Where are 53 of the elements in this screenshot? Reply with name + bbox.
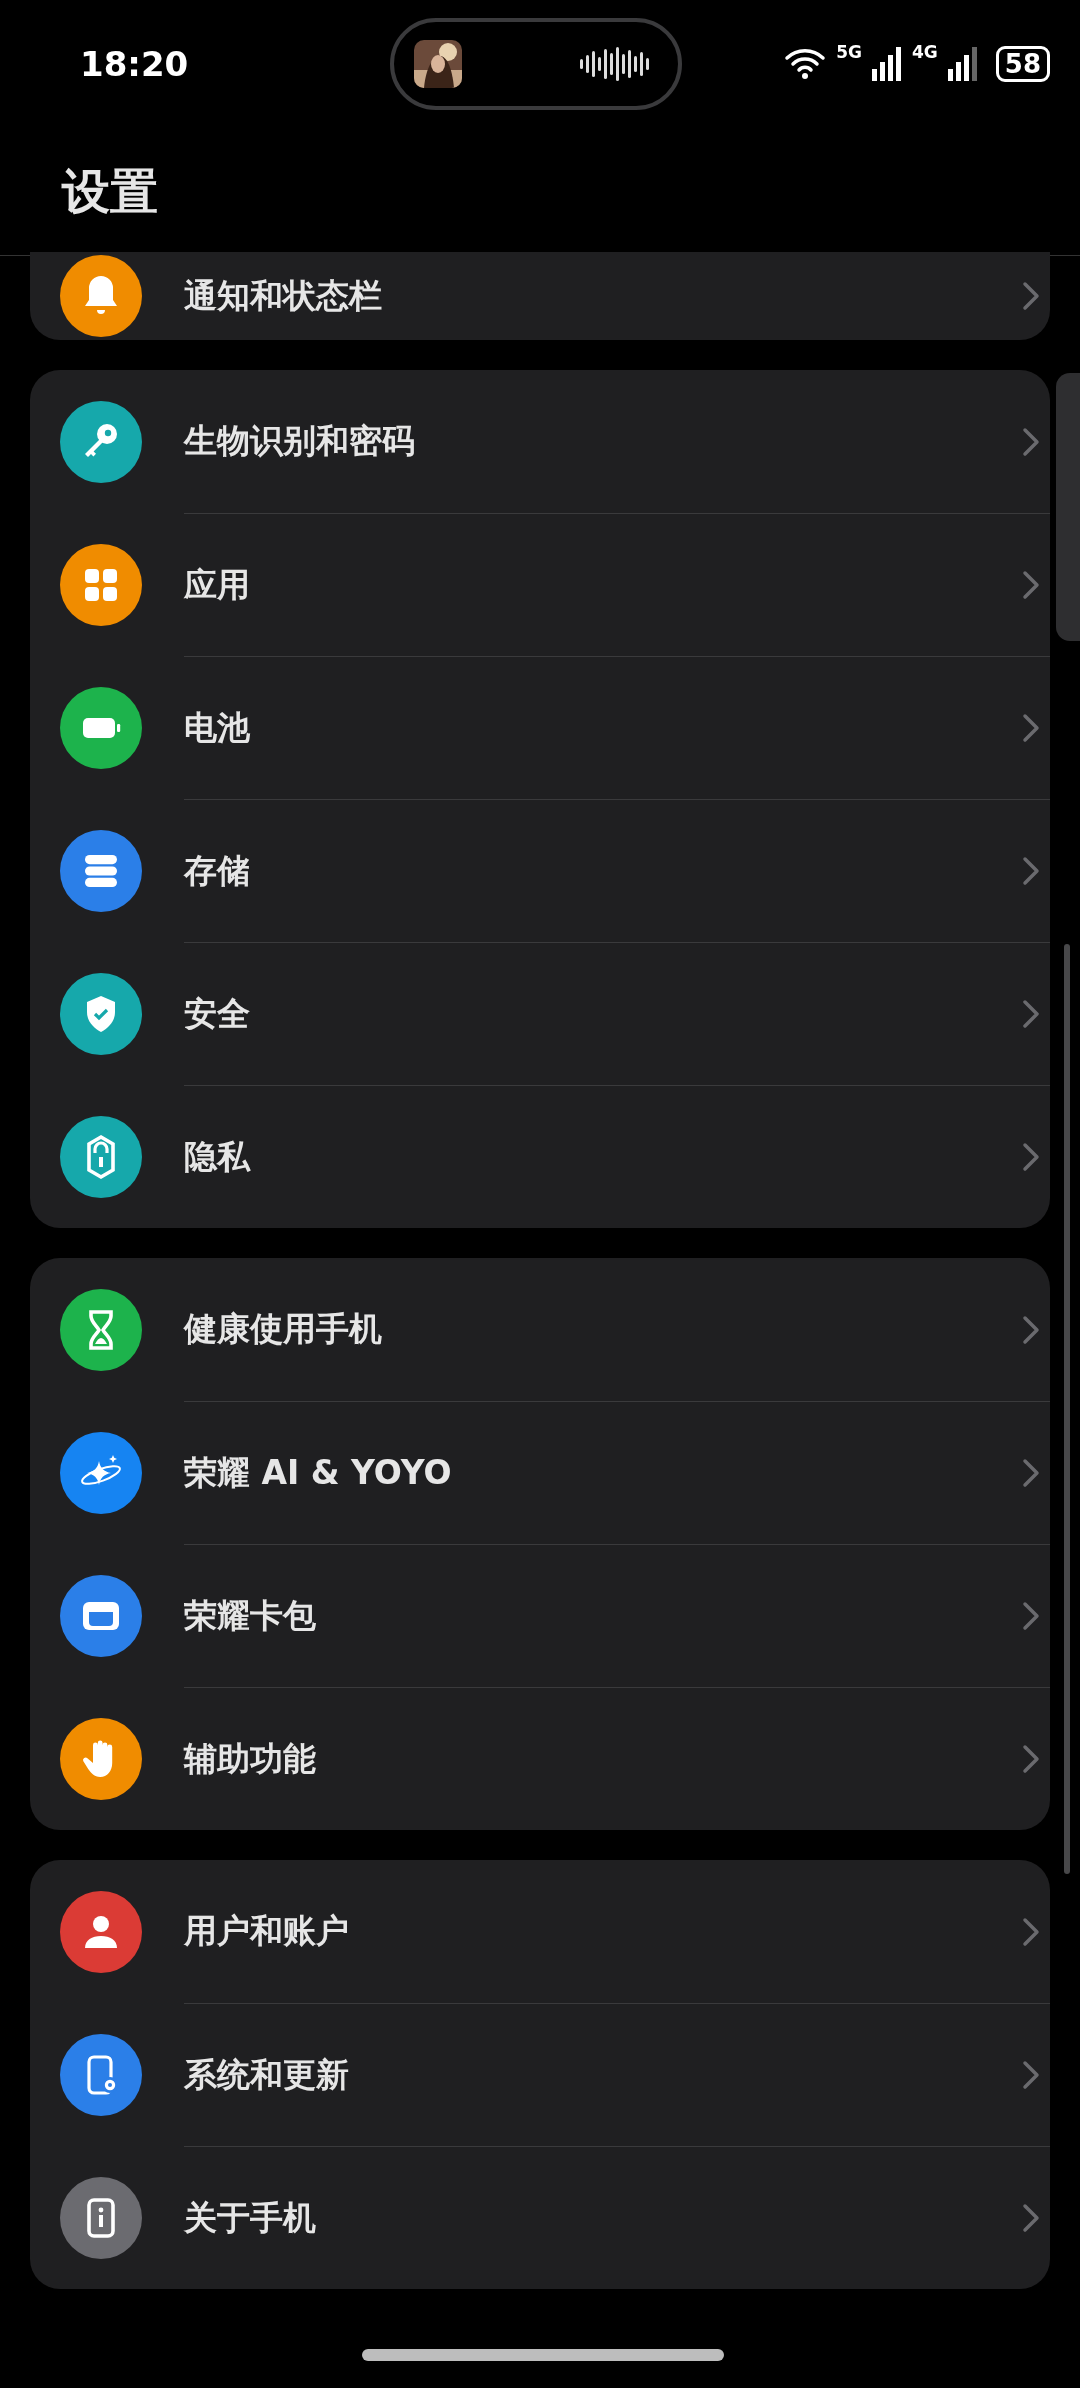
chevron-right-icon [1022,281,1040,311]
chevron-right-icon [1022,2203,1040,2233]
settings-label: 电池 [184,706,251,749]
settings-item[interactable]: 生物识别和密码 [30,370,1050,513]
settings-label: 荣耀 AI & YOYO [184,1451,453,1494]
settings-label: 辅助功能 [184,1737,317,1780]
status-time: 18:20 [80,44,190,84]
settings-label: 系统和更新 [184,2053,350,2096]
settings-label: 用户和账户 [184,1910,350,1952]
waveform-icon [578,44,652,84]
network-label: 4G [912,42,938,62]
home-indicator[interactable] [362,2349,724,2361]
settings-label: 应用 [184,563,251,606]
side-panel-handle[interactable] [1056,373,1080,641]
settings-item[interactable]: 用户和账户 [30,1860,1050,2003]
settings-item[interactable]: 系统和更新 [30,2003,1050,2146]
settings-label: 隐私 [184,1135,252,1178]
chevron-right-icon [1022,856,1040,886]
chevron-right-icon [1022,2060,1040,2090]
settings-label: 荣耀卡包 [184,1594,317,1637]
settings-label: 生物识别和密码 [184,420,416,462]
settings-item[interactable]: 健康使用手机 [30,1258,1050,1401]
settings-item[interactable]: 荣耀 AI & YOYO [30,1401,1050,1544]
chevron-right-icon [1022,570,1040,600]
chevron-right-icon [1022,1744,1040,1774]
settings-item[interactable]: 通知和状态栏 [30,252,1050,340]
settings-label: 健康使用手机 [184,1308,383,1350]
settings-item[interactable]: 存储 [30,799,1050,942]
wifi-icon [784,47,827,81]
settings-item[interactable]: 关于手机 [30,2146,1050,2289]
settings-item[interactable]: 隐私 [30,1085,1050,1228]
chevron-right-icon [1022,1458,1040,1488]
chevron-right-icon [1022,1142,1040,1172]
settings-item[interactable]: 电池 [30,656,1050,799]
settings-item[interactable]: 辅助功能 [30,1687,1050,1830]
settings-item[interactable]: 应用 [30,513,1050,656]
page-title: 设置 [62,161,158,221]
settings-label: 安全 [184,992,251,1035]
settings-label: 通知和状态栏 [184,274,383,317]
signal-icon [947,47,978,81]
network-label: 5G [836,42,862,62]
signal-icon [872,47,902,81]
chevron-right-icon [1022,1916,1040,1947]
settings-label: 存储 [184,849,251,892]
chevron-right-icon [1022,426,1040,457]
chevron-right-icon [1022,713,1040,743]
settings-item[interactable]: 荣耀卡包 [30,1544,1050,1687]
chevron-right-icon [1022,1601,1040,1631]
settings-item[interactable]: 安全 [30,942,1050,1085]
chevron-right-icon [1022,999,1040,1029]
battery-level: 58 [995,46,1050,82]
chevron-right-icon [1022,1314,1040,1345]
settings-label: 关于手机 [184,2196,317,2239]
